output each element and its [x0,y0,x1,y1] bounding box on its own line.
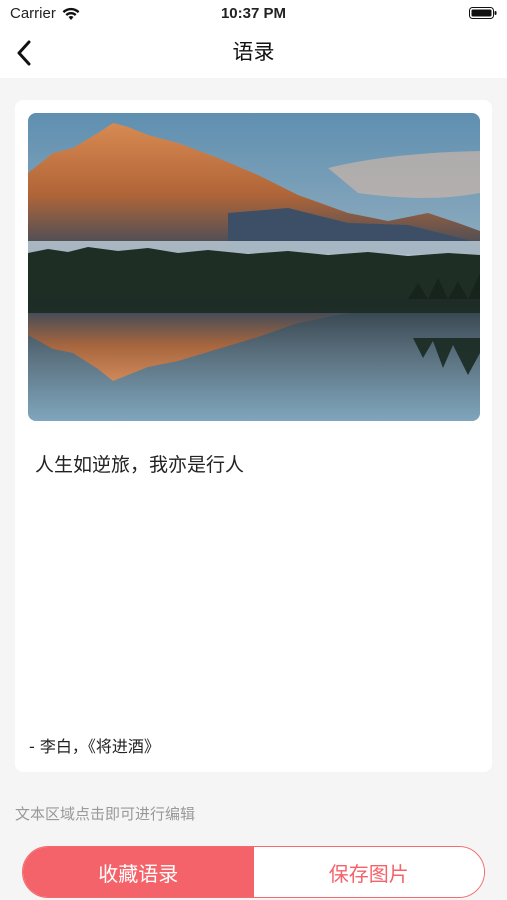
status-time: 10:37 PM [220,5,287,22]
battery-icon [469,7,497,19]
quote-text[interactable]: 人生如逆旅，我亦是行人 [35,452,244,478]
save-image-button[interactable]: 保存图片 [253,847,484,897]
quote-author[interactable]: - 李白，《将进酒》 [29,736,160,758]
status-bar: Carrier 10:37 PM [0,0,507,28]
mountain-lake-image [28,113,480,421]
nav-bar: 语录 [0,28,507,78]
action-buttons: 收藏语录 保存图片 [22,846,485,898]
favorite-quote-button[interactable]: 收藏语录 [23,847,254,897]
quote-card: 人生如逆旅，我亦是行人 - 李白，《将进酒》 [15,100,492,772]
landscape-photo [28,113,480,421]
edit-hint: 文本区域点击即可进行编辑 [15,805,196,823]
page-title: 语录 [232,40,275,64]
